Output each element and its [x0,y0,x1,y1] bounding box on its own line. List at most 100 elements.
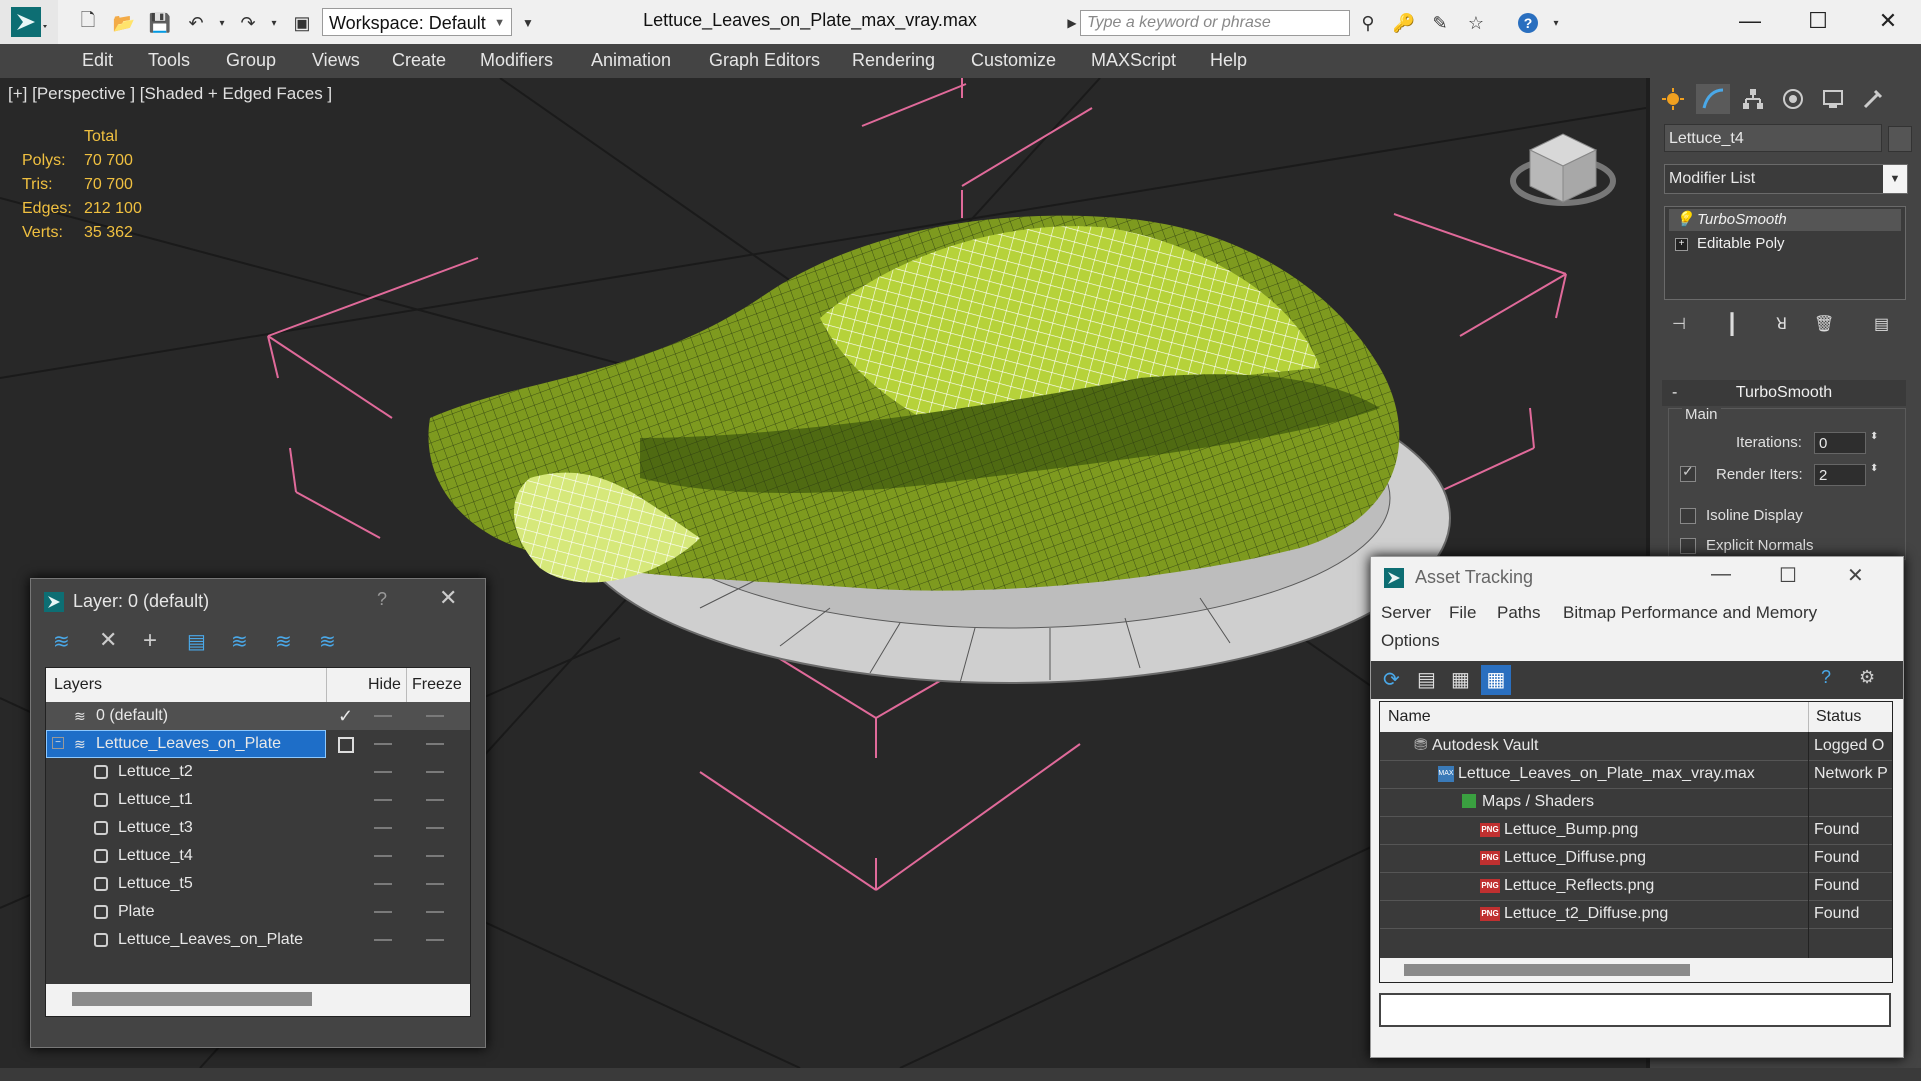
viewport-label[interactable]: [+] [Perspective ] [Shaded + Edged Faces… [8,84,332,104]
favorites-star-icon[interactable]: ☆ [1462,10,1490,36]
menu-create[interactable]: Create [392,50,446,71]
open-file-icon[interactable]: 📂 [110,10,138,36]
menu-help[interactable]: Help [1210,50,1247,71]
menu-tools[interactable]: Tools [148,50,190,71]
object-name-field[interactable]: Lettuce_t4 [1664,124,1882,152]
render-iters-checkbox[interactable]: ✓ [1680,463,1696,482]
asset-menu-file[interactable]: File [1449,603,1476,623]
set-current-layer-icon[interactable]: ≋ [275,629,292,654]
close-button[interactable]: ✕ [1847,563,1864,588]
thumbnail-view-icon[interactable]: ▦ [1451,667,1470,692]
display-tab-icon[interactable] [1816,84,1850,114]
asset-row[interactable]: Maps / Shaders [1380,788,1892,817]
column-hide[interactable]: Hide [368,676,401,694]
workspace-menu-icon[interactable]: ▼ [514,10,542,36]
modify-tab-icon[interactable] [1696,84,1730,114]
configure-modifier-sets-icon[interactable]: ▤ [1874,314,1889,334]
menu-graph-editors[interactable]: Graph Editors [709,50,820,71]
layer-object-row[interactable]: Lettuce_t2 [46,758,470,786]
minimize-button[interactable]: — [1711,563,1731,586]
redo-dropdown-icon[interactable]: ▾ [260,10,288,36]
redo-icon[interactable]: ↷ [234,10,262,36]
expand-plus-icon[interactable]: + [1675,238,1688,251]
layer-object-row[interactable]: Lettuce_Leaves_on_Plate [46,926,470,954]
menu-rendering[interactable]: Rendering [852,50,935,71]
refresh-icon[interactable]: ⟳ [1383,667,1400,692]
close-window-button[interactable]: ✕ [1868,6,1908,36]
show-end-result-icon[interactable]: ┃ [1726,312,1738,337]
binoculars-icon[interactable]: ⚲ [1354,10,1382,36]
horizontal-scrollbar[interactable] [1380,958,1892,982]
key-icon[interactable]: 🔑 [1390,10,1418,36]
undo-icon[interactable]: ↶ [182,10,210,36]
layer-row[interactable]: − ≋ Lettuce_Leaves_on_Plate [46,730,470,758]
set-current-box-icon[interactable] [338,737,354,753]
create-layer-icon[interactable]: ≋ [53,629,70,654]
render-iters-spinner[interactable]: 2 [1814,464,1866,486]
project-folder-icon[interactable]: ▣ [288,10,316,36]
menu-customize[interactable]: Customize [971,50,1056,71]
layer-object-row[interactable]: Lettuce_t3 [46,814,470,842]
layer-object-row[interactable]: Plate [46,898,470,926]
iterations-spinner[interactable]: 0 [1814,432,1866,454]
object-color-swatch[interactable] [1888,126,1912,152]
isoline-display-checkbox[interactable] [1680,508,1696,524]
asset-path-field[interactable] [1379,993,1891,1027]
asset-row[interactable]: PNG Lettuce_Bump.png Found [1380,816,1892,845]
workspace-select[interactable]: Workspace: Default ▼ [322,8,512,36]
asset-row[interactable]: ⛃ Autodesk Vault Logged O [1380,732,1892,761]
help-query-icon[interactable]: ? [1821,667,1831,688]
hierarchy-tab-icon[interactable] [1736,84,1770,114]
layer-object-row[interactable]: Lettuce_t5 [46,870,470,898]
signin-icon[interactable]: ✎ [1426,10,1454,36]
layer-object-row[interactable]: Lettuce_t4 [46,842,470,870]
remove-modifier-icon[interactable]: 🗑 [1814,314,1834,334]
menu-views[interactable]: Views [312,50,360,71]
layer-object-row[interactable]: Lettuce_t1 [46,786,470,814]
asset-row[interactable]: PNG Lettuce_Diffuse.png Found [1380,844,1892,873]
menu-group[interactable]: Group [226,50,276,71]
scrollbar-thumb[interactable] [72,992,312,1006]
help-dropdown-icon[interactable]: ▾ [1542,10,1570,36]
modifier-list-select[interactable]: Modifier List ▼ [1664,164,1908,194]
spinner-arrows-icon[interactable]: ⬍ [1870,431,1878,442]
layer-settings-icon[interactable]: ≋ [319,629,336,654]
menu-edit[interactable]: Edit [82,50,113,71]
asset-row[interactable]: MAX Lettuce_Leaves_on_Plate_max_vray.max… [1380,760,1892,789]
app-logo-icon[interactable] [0,0,58,44]
asset-row[interactable]: PNG Lettuce_Reflects.png Found [1380,872,1892,901]
lightbulb-icon[interactable]: 💡 [1675,209,1694,231]
undo-dropdown-icon[interactable]: ▾ [208,10,236,36]
list-view-icon[interactable]: ▤ [1417,667,1436,692]
search-input[interactable]: Type a keyword or phrase [1080,10,1350,36]
spinner-arrows-icon[interactable]: ⬍ [1870,463,1878,474]
stack-item-editable-poly[interactable]: + Editable Poly [1669,233,1901,255]
scrollbar-thumb[interactable] [1404,964,1690,976]
help-icon[interactable]: ? [1514,10,1542,36]
layer-list[interactable]: Layers Hide Freeze ≋ 0 (default) ✓ − ≋ L… [45,667,471,1017]
add-to-layer-icon[interactable]: + [143,627,157,655]
asset-table[interactable]: Name Status ⛃ Autodesk Vault Logged O MA… [1379,701,1893,983]
utilities-tab-icon[interactable] [1856,84,1890,114]
current-layer-check-icon[interactable]: ✓ [338,702,353,730]
create-tab-icon[interactable] [1656,84,1690,114]
make-unique-icon[interactable]: ꓤ [1776,314,1787,334]
highlight-selected-icon[interactable]: ≋ [231,629,248,654]
asset-row[interactable]: PNG Lettuce_t2_Diffuse.png Found [1380,900,1892,929]
close-button[interactable]: ✕ [439,585,457,611]
menu-animation[interactable]: Animation [591,50,671,71]
horizontal-scrollbar[interactable] [46,984,470,1016]
minimize-button[interactable]: — [1730,6,1770,36]
asset-menu-server[interactable]: Server [1381,603,1431,623]
new-file-icon[interactable]: 🗋 [74,10,102,36]
save-icon[interactable]: 💾 [146,10,174,36]
maximize-button[interactable]: ☐ [1779,563,1797,588]
menu-maxscript[interactable]: MAXScript [1091,50,1176,71]
column-freeze[interactable]: Freeze [412,676,462,694]
layer-row[interactable]: ≋ 0 (default) ✓ [46,702,470,730]
column-status[interactable]: Status [1816,708,1861,726]
stack-item-turbosmooth[interactable]: 💡 TurboSmooth [1669,209,1901,231]
maximize-button[interactable]: ☐ [1798,6,1838,36]
pin-stack-icon[interactable]: ⊣ [1672,314,1686,334]
column-layers[interactable]: Layers [54,676,102,694]
